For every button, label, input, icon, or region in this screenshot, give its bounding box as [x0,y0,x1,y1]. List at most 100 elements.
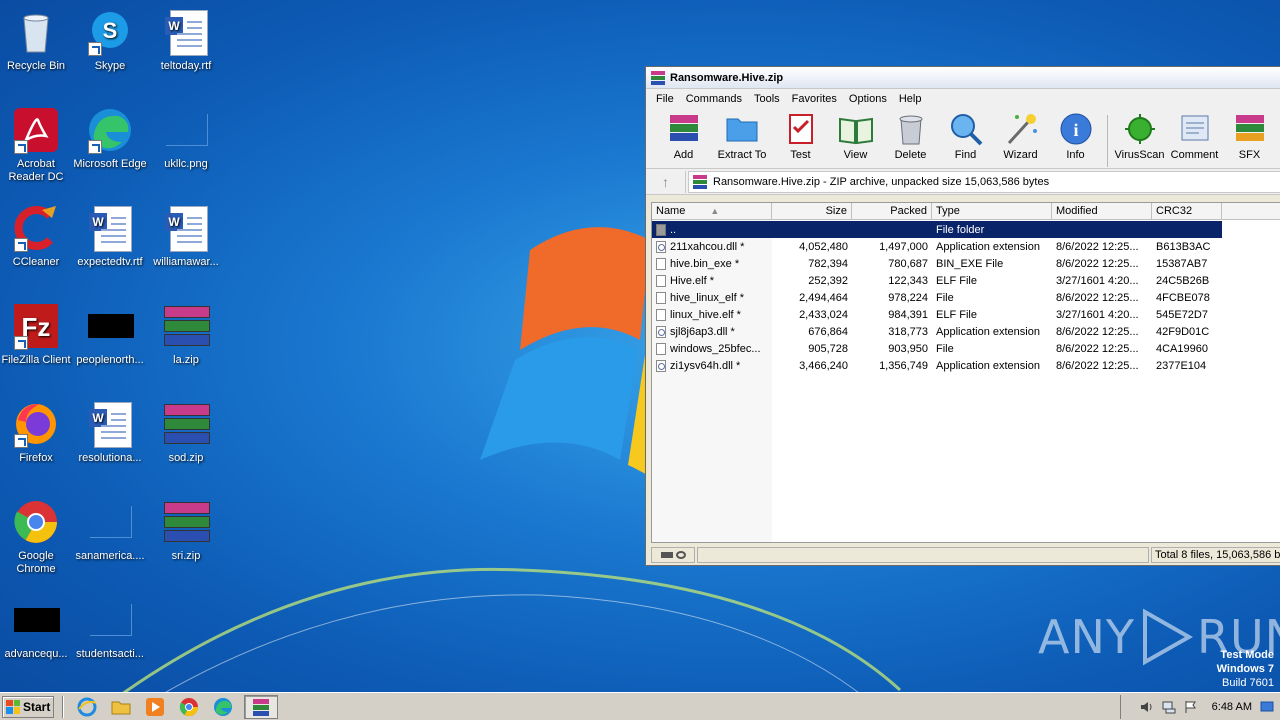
archive-path-field[interactable]: Ransomware.Hive.zip - ZIP archive, unpac… [688,170,1280,193]
desktop-icon-la-zip[interactable]: la.zip [148,302,224,367]
add-button[interactable]: Add [656,111,711,161]
column-header-size[interactable]: Size [772,203,852,219]
table-row[interactable]: Hive.elf * 252,392 122,343 ELF File 3/27… [652,272,1280,289]
desktop-icon-advancequ[interactable]: advancequ... [0,596,74,661]
table-row[interactable]: linux_hive.elf * 2,433,024 984,391 ELF F… [652,306,1280,323]
winrar-app-icon [651,70,665,85]
drive-key-icon[interactable] [651,547,695,563]
table-row[interactable]: zi1ysv64h.dll * 3,466,240 1,356,749 Appl… [652,357,1280,374]
desktop-icon-sri-zip[interactable]: sri.zip [148,498,224,563]
desktop-icon-label: la.zip [173,354,199,366]
firefox-icon [12,400,60,448]
desktop-icon-firefox[interactable]: Firefox [0,400,74,465]
file-size: 4,052,480 [799,240,848,253]
up-arrow-icon[interactable]: ↑ [646,170,686,193]
show-desktop-icon[interactable] [1260,700,1274,714]
menu-file[interactable]: File [650,93,680,105]
chrome-taskbar-icon[interactable] [179,697,199,717]
test-mode-line: Test Mode [1220,649,1274,661]
desktop-icon-ccleaner[interactable]: CCleaner [0,204,74,269]
acrobat-icon [12,106,60,154]
start-button[interactable]: Start [2,695,54,718]
column-header-type[interactable]: Type [932,203,1052,219]
winrar-window[interactable]: Ransomware.Hive.zip File Commands Tools … [645,66,1280,566]
find-button[interactable]: Find [938,111,993,161]
desktop-icon-skype[interactable]: S Skype [72,8,148,73]
comment-button[interactable]: Comment [1167,111,1222,161]
column-header-name[interactable]: Name ▲ [652,203,772,219]
desktop-icon-label: CCleaner [12,256,60,268]
menu-tools[interactable]: Tools [748,93,786,105]
taskbar: Start 6:48 AM [0,692,1280,720]
info-button[interactable]: i Info [1048,111,1103,161]
desktop-icon-recycle-bin[interactable]: Recycle Bin [0,8,74,73]
word-document-icon [162,8,210,56]
edge-taskbar-icon[interactable] [213,697,233,717]
desktop-icon-sanamerica[interactable]: sanamerica.... [72,498,148,563]
test-button[interactable]: Test [773,111,828,161]
desktop-icon-filezilla[interactable]: Fz FileZilla Client [0,302,74,367]
table-row[interactable]: hive_linux_elf * 2,494,464 978,224 File … [652,289,1280,306]
archive-path-text: Ransomware.Hive.zip - ZIP archive, unpac… [713,175,1050,188]
action-center-flag-icon[interactable] [1184,700,1198,714]
file-size: 782,394 [808,257,848,270]
file-crc: 15387AB7 [1156,257,1208,270]
menu-commands[interactable]: Commands [680,93,748,105]
wizard-button[interactable]: Wizard [993,111,1048,161]
file-packed: 903,950 [888,342,928,355]
desktop-icon-peoplenorth[interactable]: peoplenorth... [72,302,148,367]
desktop-icon-williamawar[interactable]: williamawar... [148,204,224,269]
internet-explorer-icon[interactable] [77,697,97,717]
svg-text:i: i [1073,120,1078,140]
desktop-icon-sod-zip[interactable]: sod.zip [148,400,224,465]
comment-label: Comment [1170,149,1219,161]
desktop-icon-chrome[interactable]: Google Chrome [0,498,74,576]
desktop-icon-edge[interactable]: Microsoft Edge [72,106,148,171]
desktop-icon-teltoday[interactable]: teltoday.rtf [148,8,224,73]
table-row[interactable]: sjl8j6ap3.dll * 676,864 318,773 Applicat… [652,323,1280,340]
table-row[interactable]: windows_25bfec... 905,728 903,950 File 8… [652,340,1280,357]
desktop-icon-studentsacti[interactable]: studentsacti... [72,596,148,661]
sfx-button[interactable]: SFX [1222,111,1277,161]
desktop-icon-acrobat[interactable]: Acrobat Reader DC [0,106,74,184]
file-type: Application extension [936,359,1040,372]
media-player-icon[interactable] [145,697,165,717]
file-list[interactable]: Name ▲ Size Packed Type Modified CRC32 .… [651,202,1280,543]
desktop-icon-label: resolutiona... [78,452,142,464]
network-icon[interactable] [1162,700,1176,714]
toolbar-separator [1107,115,1108,167]
magic-wand-icon [1003,111,1039,147]
extract-to-button[interactable]: Extract To [711,111,773,161]
book-icon [838,111,874,147]
virusscan-button[interactable]: VirusScan [1112,111,1167,161]
menu-help[interactable]: Help [893,93,928,105]
column-header-crc32[interactable]: CRC32 [1152,203,1222,219]
file-type: ELF File [936,308,977,321]
desktop-icon-expectedtv[interactable]: expectedtv.rtf [72,204,148,269]
winrar-taskbar-button[interactable] [244,694,278,719]
volume-icon[interactable] [1140,700,1154,714]
file-name: Hive.elf * [670,274,715,287]
desktop-icon-label: Google Chrome [16,550,56,575]
desktop-icon-ukllc[interactable]: ukllc.png [148,106,224,171]
file-packed: 1,497,000 [879,240,928,253]
file-modified: 8/6/2022 12:25... [1056,342,1139,355]
table-row[interactable]: .. File folder [652,221,1280,238]
virus-icon [1122,111,1158,147]
title-bar[interactable]: Ransomware.Hive.zip [646,67,1280,89]
file-name: linux_hive.elf * [670,308,741,321]
table-row[interactable]: 211xahcou.dll * 4,052,480 1,497,000 Appl… [652,238,1280,255]
table-row[interactable]: hive.bin_exe * 782,394 780,687 BIN_EXE F… [652,255,1280,272]
delete-button[interactable]: Delete [883,111,938,161]
clock[interactable]: 6:48 AM [1212,701,1252,713]
view-button[interactable]: View [828,111,883,161]
column-header-packed[interactable]: Packed [852,203,932,219]
file-size: 676,864 [808,325,848,338]
desktop-icon-resolutiona[interactable]: resolutiona... [72,400,148,465]
explorer-folder-icon[interactable] [111,697,131,717]
menu-favorites[interactable]: Favorites [786,93,843,105]
column-header-modified[interactable]: Modified [1052,203,1152,219]
dll-file-icon [656,325,666,338]
windows-version-line: Windows 7 [1216,663,1274,675]
menu-options[interactable]: Options [843,93,893,105]
